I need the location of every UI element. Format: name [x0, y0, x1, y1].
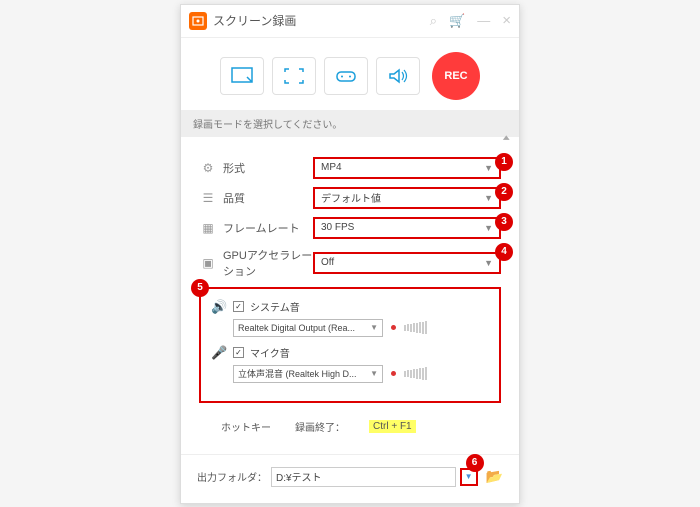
mic-audio-row: 🎤 ✓ マイク音	[211, 345, 489, 361]
system-audio-row: 🔊 ✓ システム音	[211, 299, 489, 315]
mic-audio-checkbox[interactable]: ✓	[233, 347, 244, 358]
gpu-value: Off	[321, 257, 334, 268]
annotation-badge-3: 3	[495, 213, 513, 231]
system-audio-device: Realtek Digital Output (Rea...	[238, 323, 355, 333]
annotation-badge-6: 6	[466, 454, 484, 472]
recording-dot-icon	[391, 371, 396, 376]
annotation-badge-4: 4	[495, 243, 513, 261]
titlebar-actions: ⌕ 🛒 — ×	[430, 12, 511, 29]
chevron-down-icon: ▼	[370, 323, 378, 332]
format-row: ⚙ 形式 MP4 ▼ 1	[199, 157, 501, 179]
settings-panel: ⚙ 形式 MP4 ▼ 1 ☰ 品質 デフォルト値 ▼ 2 ▦ フレームレート 3…	[181, 137, 519, 454]
output-path-field[interactable]: D:¥テスト	[271, 467, 456, 487]
format-label: 形式	[217, 160, 313, 176]
hotkey-row: ホットキー 録画終了： Ctrl + F1	[221, 419, 501, 434]
framerate-dropdown[interactable]: 30 FPS ▼	[313, 217, 501, 239]
folder-icon[interactable]: 📂	[486, 468, 503, 485]
annotation-badge-1: 1	[495, 153, 513, 171]
hint-bar: 録画モードを選択してください。	[181, 110, 519, 137]
format-value: MP4	[321, 162, 342, 173]
hotkey-label: ホットキー	[221, 419, 271, 434]
mic-audio-device: 立体声混音 (Realtek High D...	[238, 367, 357, 380]
titlebar: スクリーン録画 ⌕ 🛒 — ×	[181, 5, 519, 37]
annotation-badge-2: 2	[495, 183, 513, 201]
system-audio-level	[404, 321, 427, 334]
chevron-down-icon: ▼	[484, 223, 493, 233]
mode-game-button[interactable]	[324, 57, 368, 95]
mic-audio-sub: 立体声混音 (Realtek High D... ▼	[233, 365, 489, 383]
system-audio-sub: Realtek Digital Output (Rea... ▼	[233, 319, 489, 337]
app-logo-icon	[189, 12, 207, 30]
chevron-down-icon: ▼	[484, 193, 493, 203]
key-icon[interactable]: ⌕	[430, 13, 437, 29]
window-title: スクリーン録画	[213, 12, 430, 29]
annotation-badge-5: 5	[191, 279, 209, 297]
mode-region-button[interactable]	[220, 57, 264, 95]
audio-settings-box: 5 🔊 ✓ システム音 Realtek Digital Output (Rea.…	[199, 287, 501, 403]
chip-icon: ▣	[199, 256, 217, 270]
speaker-icon: 🔊	[211, 299, 227, 315]
mic-audio-level	[404, 367, 427, 380]
microphone-icon: 🎤	[211, 345, 227, 361]
output-row: 出力フォルダ： D:¥テスト ▼ 6 📂	[181, 454, 519, 503]
sliders-icon: ☰	[199, 191, 217, 205]
mic-audio-label: マイク音	[250, 345, 290, 360]
mic-audio-device-dropdown[interactable]: 立体声混音 (Realtek High D... ▼	[233, 365, 383, 383]
mode-toolbar: REC	[181, 37, 519, 110]
film-icon: ▦	[199, 221, 217, 235]
chevron-down-icon: ▼	[370, 369, 378, 378]
framerate-row: ▦ フレームレート 30 FPS ▼ 3	[199, 217, 501, 239]
output-dropdown-button[interactable]: ▼ 6	[460, 468, 478, 486]
framerate-value: 30 FPS	[321, 222, 354, 233]
app-window: スクリーン録画 ⌕ 🛒 — × REC 録画モードを選択してください。 ⚙ 形式…	[180, 4, 520, 504]
gear-icon: ⚙	[199, 161, 217, 175]
gpu-row: ▣ GPUアクセラレーション Off ▼ 4	[199, 247, 501, 279]
minimize-button[interactable]: —	[477, 13, 490, 28]
recording-dot-icon	[391, 325, 396, 330]
record-button[interactable]: REC	[432, 52, 480, 100]
hotkey-action: 録画終了：	[295, 419, 345, 434]
chevron-down-icon: ▼	[484, 163, 493, 173]
quality-dropdown[interactable]: デフォルト値 ▼	[313, 187, 501, 209]
framerate-label: フレームレート	[217, 220, 313, 236]
cart-icon[interactable]: 🛒	[449, 13, 465, 29]
system-audio-checkbox[interactable]: ✓	[233, 301, 244, 312]
gpu-label: GPUアクセラレーション	[217, 247, 313, 279]
chevron-down-icon: ▼	[484, 258, 493, 268]
quality-row: ☰ 品質 デフォルト値 ▼ 2	[199, 187, 501, 209]
close-button[interactable]: ×	[502, 12, 511, 29]
gpu-dropdown[interactable]: Off ▼	[313, 252, 501, 274]
hotkey-value: Ctrl + F1	[369, 420, 416, 433]
mode-audio-button[interactable]	[376, 57, 420, 95]
system-audio-label: システム音	[250, 299, 300, 314]
system-audio-device-dropdown[interactable]: Realtek Digital Output (Rea... ▼	[233, 319, 383, 337]
quality-value: デフォルト値	[321, 190, 381, 205]
quality-label: 品質	[217, 190, 313, 206]
mode-fullscreen-button[interactable]	[272, 57, 316, 95]
format-dropdown[interactable]: MP4 ▼	[313, 157, 501, 179]
output-label: 出力フォルダ：	[197, 469, 267, 484]
